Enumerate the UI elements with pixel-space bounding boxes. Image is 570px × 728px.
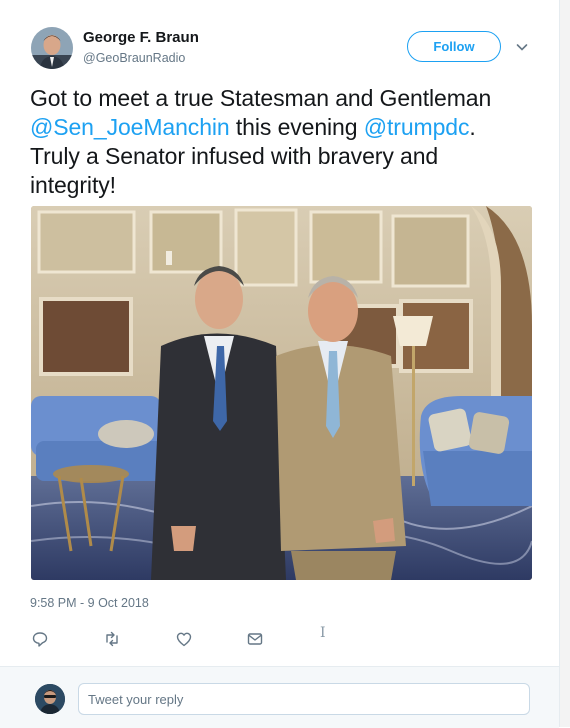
reply-icon[interactable] bbox=[31, 630, 49, 648]
text-cursor-icon: I bbox=[320, 625, 326, 641]
envelope-icon[interactable] bbox=[246, 630, 264, 648]
retweet-icon[interactable] bbox=[103, 630, 121, 648]
avatar[interactable] bbox=[31, 27, 73, 69]
mention-link[interactable]: @Sen_JoeManchin bbox=[30, 114, 230, 140]
reply-input[interactable]: Tweet your reply bbox=[78, 683, 530, 715]
avatar-image bbox=[31, 27, 73, 69]
user-handle[interactable]: @GeoBraunRadio bbox=[83, 51, 185, 65]
tweet-text-part: this evening bbox=[229, 114, 364, 140]
mention-link[interactable]: @trumpdc bbox=[364, 114, 470, 140]
chevron-down-icon[interactable] bbox=[514, 39, 530, 55]
reply-avatar-image bbox=[35, 684, 65, 714]
photo-image bbox=[31, 206, 532, 580]
tweet-text: Got to meet a true Statesman and Gentlem… bbox=[30, 84, 530, 200]
tweet-text-part: Got to meet a true Statesman and Gentlem… bbox=[30, 85, 492, 111]
reply-avatar bbox=[35, 684, 65, 714]
heart-icon[interactable] bbox=[175, 630, 193, 648]
scrollbar[interactable] bbox=[560, 0, 570, 727]
follow-button[interactable]: Follow bbox=[407, 31, 501, 62]
tweet-photo[interactable] bbox=[31, 206, 532, 580]
display-name[interactable]: George F. Braun bbox=[83, 29, 199, 46]
tweet-timestamp[interactable]: 9:58 PM - 9 Oct 2018 bbox=[30, 596, 149, 610]
